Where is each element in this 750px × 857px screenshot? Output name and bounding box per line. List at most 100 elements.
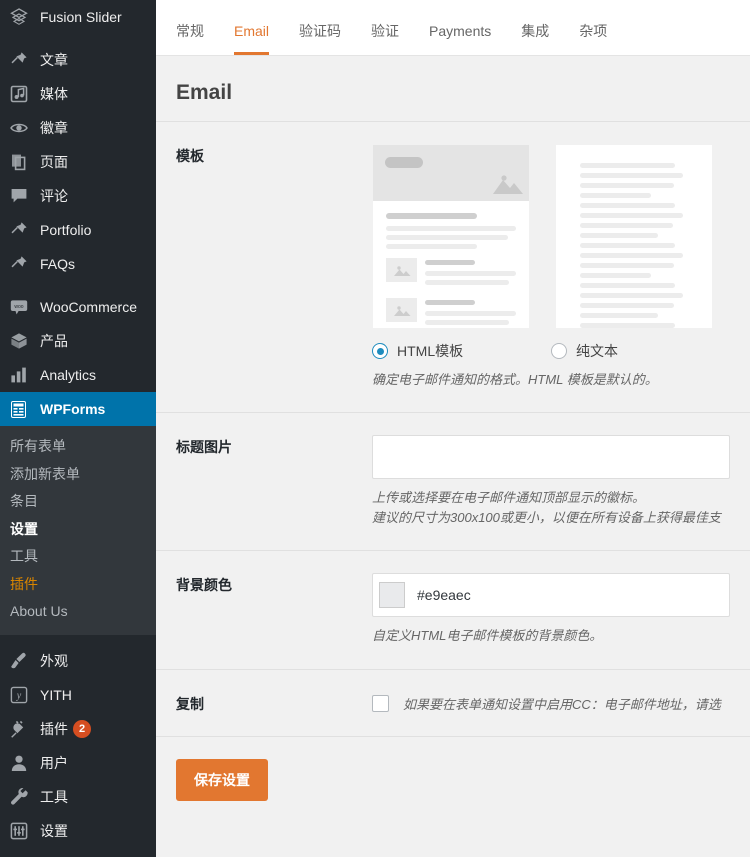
field-label-header-image: 标题图片 xyxy=(176,439,232,456)
preview-media-block xyxy=(386,298,516,328)
field-control-template: HTML模板 纯文本 确定电子邮件通知的格式。HTML 模板是默认的。 xyxy=(372,144,730,390)
settings-tabs: 常规 Email 验证码 验证 Payments 集成 杂项 xyxy=(156,0,750,56)
field-description-header-image: 上传或选择要在电子邮件通知顶部显示的徽标。 建议的尺寸为300x100或更小，以… xyxy=(372,488,730,528)
save-settings-button[interactable]: 保存设置 xyxy=(176,758,268,801)
checkbox-icon[interactable] xyxy=(372,694,389,712)
sidebar-item-item[interactable]: 评论 xyxy=(0,179,156,213)
sidebar-item-item[interactable]: 工具 xyxy=(0,780,156,814)
sidebar-item-item[interactable]: 媒体 xyxy=(0,77,156,111)
sidebar-item-yith[interactable]: y YITH xyxy=(0,678,156,712)
radio-label-plain: 纯文本 xyxy=(576,343,618,359)
template-option-plain xyxy=(555,144,713,329)
preview-body xyxy=(373,201,529,328)
submenu-item-item[interactable]: 插件 xyxy=(0,571,156,599)
sidebar-item-item[interactable]: 产品 xyxy=(0,324,156,358)
sidebar-item-item[interactable]: 文章 xyxy=(0,43,156,77)
radio-label-html: HTML模板 xyxy=(397,343,464,359)
email-settings-panel: Email 模板 HTML模板 纯文本 确定电子邮件通知的格式。HTML 模板是… xyxy=(156,56,750,831)
sidebar-item-label: Fusion Slider xyxy=(40,9,122,25)
sidebar-item-label: FAQs xyxy=(40,256,76,272)
carbon-copy-checkbox-row[interactable]: 如果要在表单通知设置中启用CC：电子邮件地址，请选 xyxy=(372,692,730,713)
product-icon xyxy=(10,331,34,351)
field-control-header-image: 上传或选择要在电子邮件通知顶部显示的徽标。 建议的尺寸为300x100或更小，以… xyxy=(372,435,730,528)
field-row-header-image: 标题图片 上传或选择要在电子邮件通知顶部显示的徽标。 建议的尺寸为300x100… xyxy=(156,413,750,552)
radio-button-icon[interactable] xyxy=(372,343,388,359)
color-value-text: #e9eaec xyxy=(417,587,471,604)
sidebar-item-woocommerce[interactable]: woo WooCommerce xyxy=(0,290,156,324)
submenu-item-about-us[interactable]: About Us xyxy=(0,598,156,626)
preview-text-line xyxy=(580,193,652,198)
admin-screen: Fusion Slider 文章媒体徽章页面 评论 Portfolio FAQs woo W… xyxy=(0,0,750,857)
image-icon xyxy=(386,298,417,322)
sidebar-divider xyxy=(0,635,156,644)
sidebar-item-label: 徽章 xyxy=(40,120,68,136)
form-actions: 保存设置 xyxy=(156,737,750,831)
panel-header: Email xyxy=(156,56,750,122)
fusion-slider-icon xyxy=(10,7,34,27)
sidebar-item-item[interactable]: 徽章 xyxy=(0,111,156,145)
tab-item[interactable]: 杂项 xyxy=(579,24,607,55)
preview-text-line xyxy=(580,253,683,258)
template-option-html xyxy=(372,144,530,329)
preview-text-line xyxy=(580,223,673,228)
field-row-background-color: 背景颜色 #e9eaec 自定义HTML电子邮件模板的背景颜色。 xyxy=(156,551,750,670)
comment-icon xyxy=(10,186,34,206)
sidebar-item-item[interactable]: 用户 xyxy=(0,746,156,780)
sidebar-item-label: Analytics xyxy=(40,367,97,383)
html-template-preview[interactable] xyxy=(372,144,530,329)
pages-icon xyxy=(10,152,34,172)
tab-payments[interactable]: Payments xyxy=(429,24,491,55)
admin-sidebar: Fusion Slider 文章媒体徽章页面 评论 Portfolio FAQs woo W… xyxy=(0,0,156,857)
pin-icon xyxy=(10,220,34,240)
media-icon xyxy=(10,84,34,104)
main-content: 常规 Email 验证码验证 Payments 集成杂项 Email 模板 xyxy=(156,0,750,857)
tab-item[interactable]: 验证码 xyxy=(299,24,341,55)
radio-option-plain-text[interactable]: 纯文本 xyxy=(551,341,730,361)
tab-item[interactable]: 常规 xyxy=(176,24,204,55)
radio-button-icon[interactable] xyxy=(551,343,567,359)
sidebar-item-item[interactable]: 页面 xyxy=(0,145,156,179)
tab-email[interactable]: Email xyxy=(234,24,270,55)
submenu-item-item[interactable]: 条目 xyxy=(0,488,156,516)
preview-text-line xyxy=(580,303,674,308)
field-row-carbon-copy: 复制 如果要在表单通知设置中启用CC：电子邮件地址，请选 xyxy=(156,670,750,737)
sidebar-item-label: WooCommerce xyxy=(40,299,137,315)
eye-icon xyxy=(10,118,34,138)
pin-icon xyxy=(10,50,34,70)
sidebar-item-item[interactable]: 设置 xyxy=(0,814,156,848)
plain-text-preview[interactable] xyxy=(555,144,713,329)
sidebar-item-portfolio[interactable]: Portfolio xyxy=(0,213,156,247)
field-label-background-color: 背景颜色 xyxy=(176,577,232,594)
page-title: Email xyxy=(176,81,233,104)
sidebar-item-faqs[interactable]: FAQs xyxy=(0,247,156,281)
field-row-template: 模板 HTML模板 纯文本 确定电子邮件通知的格式。HTML 模板是默认的。 xyxy=(156,122,750,414)
submenu-item-item[interactable]: 添加新表单 xyxy=(0,461,156,489)
description-line-2: 建议的尺寸为300x100或更小，以便在所有设备上获得最佳支 xyxy=(372,510,721,526)
preview-header-band xyxy=(373,145,529,201)
sidebar-item-item[interactable]: 外观 xyxy=(0,644,156,678)
radio-option-html-template[interactable]: HTML模板 xyxy=(372,341,551,361)
color-swatch[interactable] xyxy=(379,582,405,609)
submenu-item-item[interactable]: 工具 xyxy=(0,543,156,571)
color-picker-field[interactable]: #e9eaec xyxy=(372,573,730,618)
sidebar-item-item[interactable]: 插件 2 xyxy=(0,712,156,746)
sidebar-item-analytics[interactable]: Analytics xyxy=(0,358,156,392)
field-description-background-color: 自定义HTML电子邮件模板的背景颜色。 xyxy=(372,628,603,644)
sidebar-item-fusion-slider[interactable]: Fusion Slider xyxy=(0,0,156,34)
sidebar-divider xyxy=(0,34,156,43)
field-description-template: 确定电子邮件通知的格式。HTML 模板是默认的。 xyxy=(372,372,658,387)
chart-icon xyxy=(10,365,34,385)
preview-text-line xyxy=(580,203,676,208)
settings-icon xyxy=(10,821,34,841)
tab-item[interactable]: 集成 xyxy=(521,24,549,55)
update-count-badge: 2 xyxy=(73,719,91,738)
field-label-template: 模板 xyxy=(176,148,204,164)
sidebar-item-label: 媒体 xyxy=(40,86,68,102)
submenu-item-item[interactable]: 所有表单 xyxy=(0,433,156,461)
tab-item[interactable]: 验证 xyxy=(371,24,399,55)
sidebar-item-wpforms[interactable]: WPForms xyxy=(0,392,156,426)
preview-text-line xyxy=(580,213,683,218)
submenu-item-item[interactable]: 设置 xyxy=(0,516,156,544)
header-image-input[interactable] xyxy=(372,435,730,480)
sidebar-item-label: 插件 xyxy=(40,720,68,737)
